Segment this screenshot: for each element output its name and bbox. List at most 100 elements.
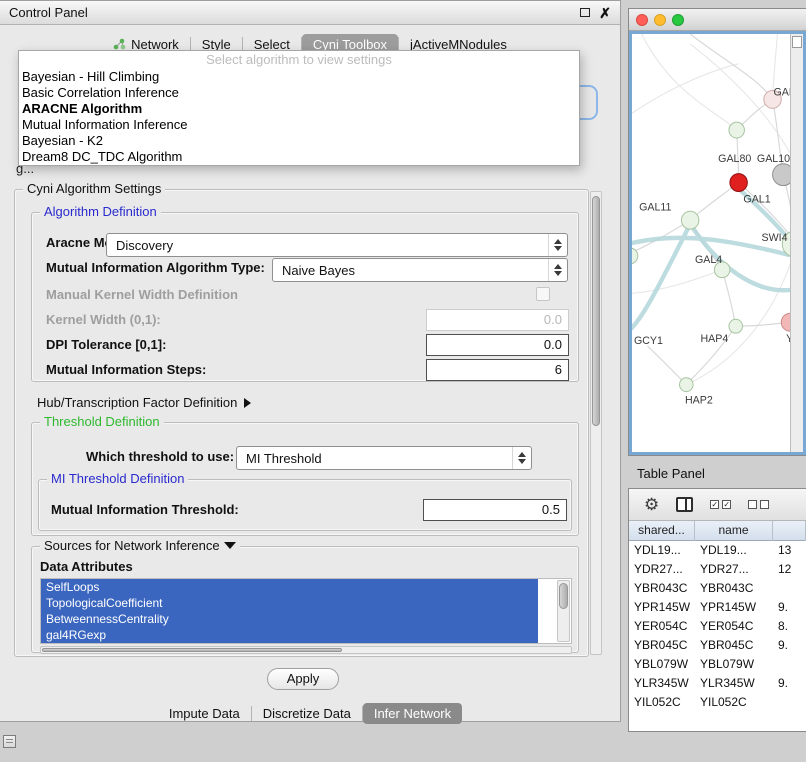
docked-panel-icon[interactable] — [3, 735, 16, 748]
sources-toggle[interactable]: Sources for Network Inference — [40, 538, 240, 553]
tab-discretize-data[interactable]: Discretize Data — [252, 703, 362, 724]
algorithm-option[interactable]: Mutual Information Inference — [19, 117, 579, 133]
node-label: GAL — [774, 86, 790, 98]
column-header-partial[interactable] — [773, 521, 806, 541]
deselect-all-checkboxes-icon[interactable] — [748, 500, 769, 509]
columns-icon[interactable] — [676, 497, 693, 512]
scrollbar-thumb[interactable] — [42, 648, 342, 652]
mi-steps-label: Mutual Information Steps: — [46, 362, 206, 377]
table-row[interactable]: YDR27... YDR27... 12 — [629, 560, 806, 579]
table-panel-title: Table Panel — [637, 466, 705, 481]
settings-group-title: Cyni Algorithm Settings — [23, 181, 165, 196]
mi-threshold-field[interactable]: 0.5 — [423, 499, 567, 521]
attribute-item-selected[interactable]: BetweennessCentrality — [41, 611, 538, 627]
zoom-traffic-light[interactable] — [672, 14, 684, 26]
select-all-checkboxes-icon[interactable]: ✓ ✓ — [710, 500, 731, 509]
float-window-icon[interactable] — [580, 8, 590, 17]
minimize-traffic-light[interactable] — [654, 14, 666, 26]
node-gray[interactable] — [773, 164, 790, 186]
node-label: GAL4 — [695, 254, 722, 266]
hub-definition-toggle[interactable]: Hub/Transcription Factor Definition — [37, 395, 251, 410]
network-icon — [113, 38, 126, 50]
algorithm-option[interactable]: Basic Correlation Inference — [19, 85, 579, 101]
mi-steps-field[interactable]: 6 — [426, 359, 569, 381]
node-green[interactable] — [679, 378, 693, 392]
aracne-mode-select[interactable]: Discovery — [106, 233, 568, 257]
network-vertical-scrollbar[interactable] — [790, 34, 803, 452]
scrollbar-thumb[interactable] — [559, 583, 568, 609]
sources-group: Sources for Network Inference Data Attri… — [31, 546, 579, 653]
column-header-shared-name[interactable]: shared... — [629, 521, 695, 541]
table-row[interactable]: YLR345W YLR345W 9. — [629, 674, 806, 693]
network-canvas-frame: GAL GAL80 GAL10 GAL11 GAL1 SWI4 GAL4 GCY… — [629, 31, 806, 455]
dpi-tolerance-field[interactable]: 0.0 — [426, 334, 569, 356]
node-label: GAL10 — [757, 153, 790, 165]
table-row[interactable]: YBL079W YBL079W — [629, 655, 806, 674]
node-salmon[interactable] — [781, 313, 790, 331]
algorithm-option-selected[interactable]: ARACNE Algorithm — [19, 101, 579, 117]
algorithm-dropdown-popup: Select algorithm to view settings Bayesi… — [18, 50, 580, 166]
attribute-list-horizontal-scrollbar[interactable] — [40, 646, 572, 654]
column-header-name[interactable]: name — [695, 521, 773, 541]
attribute-item-selected[interactable]: TopologicalCoefficient — [41, 595, 538, 611]
which-threshold-select[interactable]: MI Threshold — [236, 446, 532, 470]
table-header-row: shared... name — [629, 521, 806, 541]
mi-algorithm-type-select[interactable]: Naive Bayes — [272, 258, 568, 282]
node-label: SWI4 — [761, 232, 787, 244]
network-view-window: GAL GAL80 GAL10 GAL11 GAL1 SWI4 GAL4 GCY… — [628, 8, 806, 456]
cyni-algorithm-settings-group: Cyni Algorithm Settings Algorithm Defini… — [14, 189, 589, 657]
node-label: HAP2 — [685, 394, 713, 406]
combo-stepper-icon — [548, 234, 567, 256]
close-traffic-light[interactable] — [636, 14, 648, 26]
close-window-icon[interactable]: ✗ — [599, 7, 611, 19]
algorithm-definition-group: Algorithm Definition Aracne Mode: Discov… — [31, 212, 579, 382]
node-green[interactable] — [729, 319, 743, 333]
attribute-item-selected[interactable]: gal4RGexp — [41, 627, 538, 643]
mi-threshold-group-title: MI Threshold Definition — [47, 471, 188, 486]
mi-threshold-group: MI Threshold Definition Mutual Informati… — [38, 479, 572, 531]
algorithm-option[interactable]: Bayesian - K2 — [19, 133, 579, 149]
table-row[interactable]: YER054C YER054C 8. — [629, 617, 806, 636]
table-row[interactable]: YIL052C YIL052C — [629, 693, 806, 712]
manual-kernel-width-checkbox[interactable] — [536, 287, 550, 301]
table-row[interactable]: YBR045C YBR045C 9. — [629, 636, 806, 655]
dpi-tolerance-label: DPI Tolerance [0,1]: — [46, 337, 166, 352]
control-panel-titlebar[interactable]: Control Panel ✗ — [0, 1, 620, 25]
collapsed-arrow-icon — [244, 398, 251, 408]
combo-stepper-icon — [548, 259, 567, 281]
which-threshold-label: Which threshold to use: — [86, 449, 234, 464]
settings-vertical-scrollbar[interactable] — [590, 191, 602, 655]
threshold-definition-title: Threshold Definition — [40, 414, 164, 429]
table-body: YDL19... YDL19... 13 YDR27... YDR27... 1… — [629, 541, 806, 712]
algorithm-popup-prompt: Select algorithm to view settings — [19, 51, 579, 69]
expanded-arrow-icon — [224, 542, 236, 549]
kernel-width-label: Kernel Width (0,1): — [46, 312, 161, 327]
data-attributes-label: Data Attributes — [40, 559, 133, 574]
algorithm-definition-title: Algorithm Definition — [40, 204, 161, 219]
table-row[interactable]: YBR043C YBR043C — [629, 579, 806, 598]
attribute-list-vertical-scrollbar[interactable] — [557, 580, 570, 642]
node-red[interactable] — [730, 174, 747, 192]
node-green[interactable] — [729, 122, 745, 138]
gear-icon[interactable]: ⚙ — [644, 496, 659, 513]
node-green[interactable] — [681, 211, 698, 229]
mi-threshold-label: Mutual Information Threshold: — [51, 502, 239, 517]
network-canvas[interactable]: GAL GAL80 GAL10 GAL11 GAL1 SWI4 GAL4 GCY… — [632, 34, 790, 452]
kernel-width-field[interactable]: 0.0 — [426, 309, 569, 331]
network-window-titlebar[interactable] — [629, 9, 806, 31]
algorithm-option[interactable]: Dream8 DC_TDC Algorithm — [19, 149, 579, 165]
table-toolbar: ⚙ ✓ ✓ — [629, 489, 806, 521]
scrollbar-thumb[interactable] — [592, 196, 600, 426]
node-label: GAL1 — [743, 193, 770, 205]
node-label: GAL11 — [639, 201, 671, 213]
tab-impute-data[interactable]: Impute Data — [158, 703, 251, 724]
attribute-item-selected[interactable]: SelfLoops — [41, 579, 538, 595]
algorithm-option[interactable]: Bayesian - Hill Climbing — [19, 69, 579, 85]
mi-algorithm-type-label: Mutual Information Algorithm Type: — [46, 260, 265, 275]
table-row[interactable]: YPR145W YPR145W 9. — [629, 598, 806, 617]
table-row[interactable]: YDL19... YDL19... 13 — [629, 541, 806, 560]
data-attributes-list: SelfLoops TopologicalCoefficient Between… — [40, 578, 572, 644]
tab-infer-network[interactable]: Infer Network — [363, 703, 462, 724]
apply-button[interactable]: Apply — [267, 668, 339, 690]
birdseye-toggle-icon[interactable] — [792, 36, 802, 48]
